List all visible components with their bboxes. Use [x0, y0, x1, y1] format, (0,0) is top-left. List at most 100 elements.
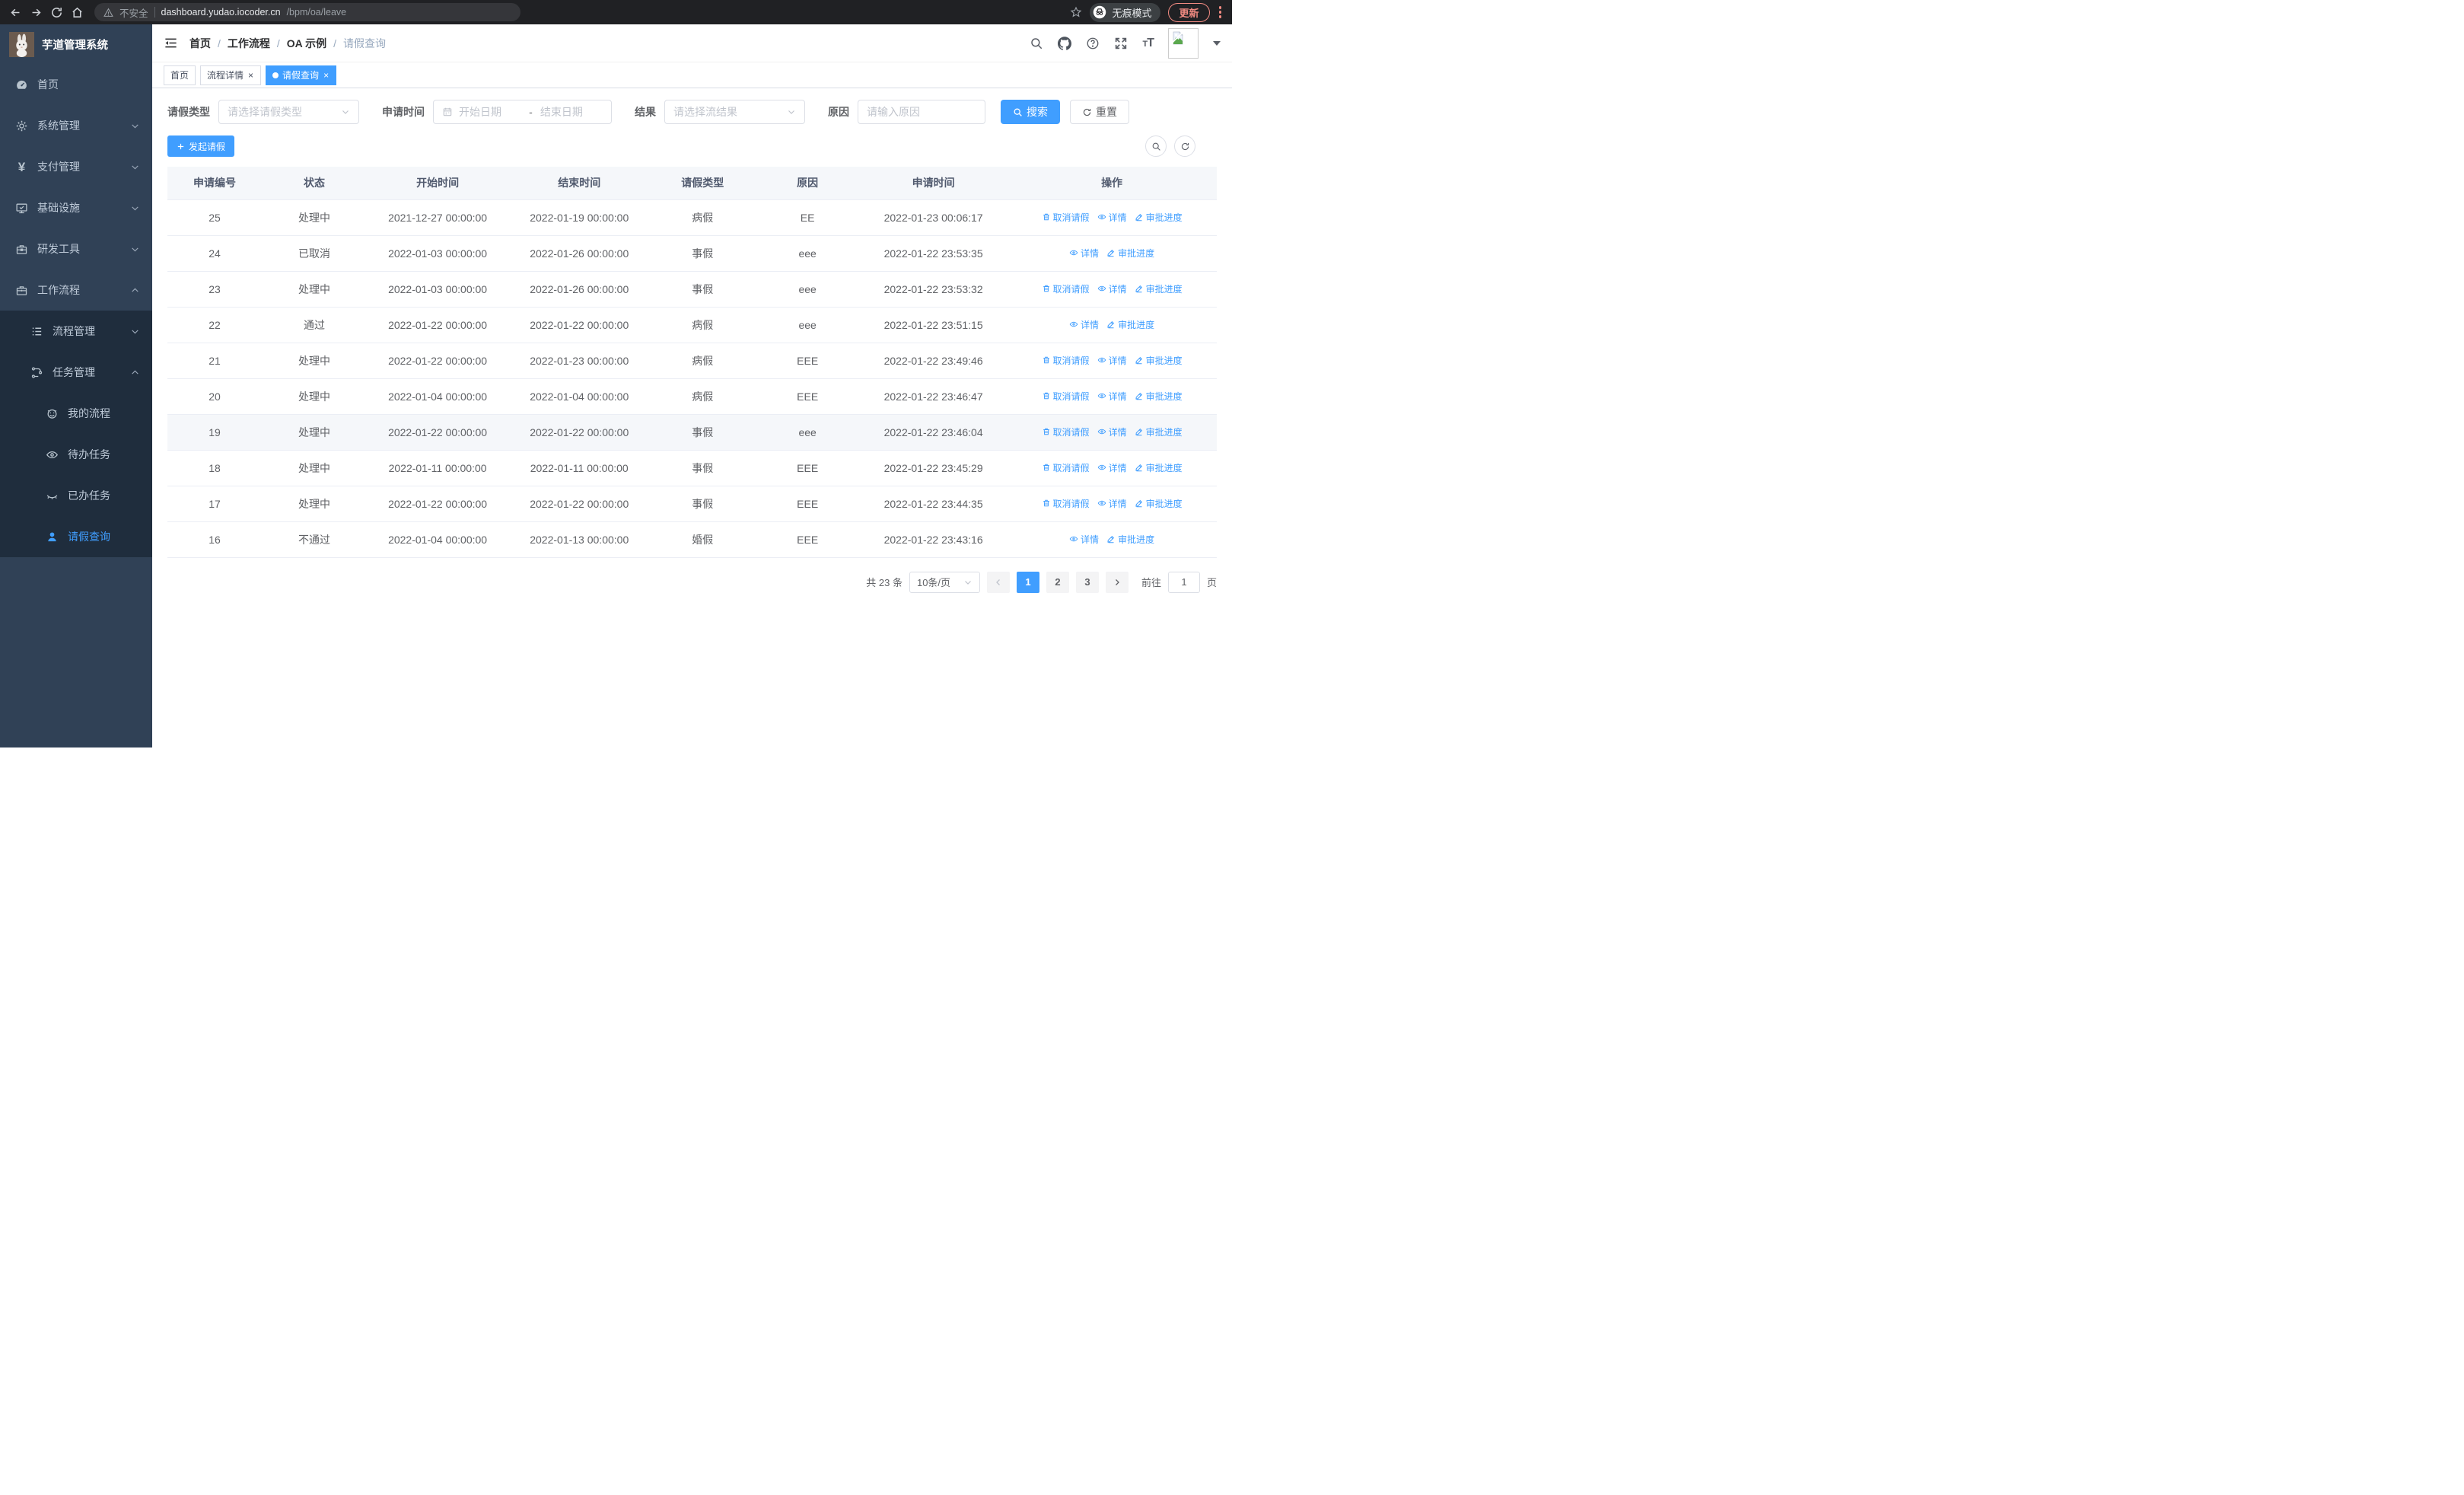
- tab-首页[interactable]: 首页: [164, 65, 196, 85]
- url-host[interactable]: dashboard.yudao.iocoder.cn: [161, 7, 281, 18]
- sidebar-item-label: 基础设施: [37, 202, 80, 214]
- address-bar[interactable]: 不安全 dashboard.yudao.iocoder.cn/bpm/oa/le…: [94, 3, 520, 21]
- cell-reason: EEE: [755, 521, 861, 558]
- approval-progress-link[interactable]: 审批进度: [1106, 533, 1154, 546]
- reason-input[interactable]: 请输入原因: [858, 100, 985, 124]
- approval-progress-link[interactable]: 审批进度: [1106, 318, 1154, 331]
- date-separator: -: [529, 106, 533, 118]
- approval-progress-link[interactable]: 审批进度: [1135, 282, 1183, 295]
- sidebar-item-label: 首页: [37, 78, 59, 91]
- sidebar-item-研发工具[interactable]: 研发工具: [0, 228, 152, 269]
- page-size-select[interactable]: 10条/页: [909, 571, 980, 593]
- search-icon[interactable]: [1030, 37, 1043, 50]
- approval-progress-link[interactable]: 审批进度: [1135, 390, 1183, 403]
- detail-link[interactable]: 详情: [1097, 461, 1127, 474]
- eye-icon: [46, 448, 59, 461]
- edit-icon: [1135, 427, 1144, 436]
- create-leave-button[interactable]: 发起请假: [167, 135, 235, 157]
- page-button-2[interactable]: 2: [1046, 571, 1069, 593]
- avatar-caret-icon[interactable]: [1213, 41, 1221, 49]
- refresh-table-button[interactable]: [1174, 135, 1195, 157]
- forward-icon[interactable]: [30, 6, 43, 19]
- cancel-leave-link[interactable]: 取消请假: [1042, 461, 1090, 474]
- browser-update-button[interactable]: 更新: [1168, 2, 1210, 22]
- browser-menu-icon[interactable]: [1218, 5, 1224, 20]
- url-path[interactable]: /bpm/oa/leave: [287, 7, 347, 18]
- cell-leave-type: 事假: [650, 235, 756, 272]
- approval-progress-link[interactable]: 审批进度: [1106, 247, 1154, 260]
- tab-请假查询[interactable]: 请假查询 ×: [266, 65, 337, 85]
- cancel-leave-link[interactable]: 取消请假: [1042, 282, 1090, 295]
- next-page-button[interactable]: [1105, 571, 1129, 593]
- sidebar-item-流程管理[interactable]: 流程管理: [0, 311, 152, 352]
- cell-reason: eee: [755, 271, 861, 308]
- delete-icon: [1042, 355, 1051, 365]
- cell-apply-time: 2022-01-22 23:45:29: [860, 450, 1008, 486]
- cancel-leave-link[interactable]: 取消请假: [1042, 426, 1090, 438]
- cell-start-time: 2022-01-11 00:00:00: [367, 450, 509, 486]
- sidebar-item-我的流程[interactable]: 我的流程: [0, 393, 152, 434]
- tab-流程详情[interactable]: 流程详情 ×: [200, 65, 262, 85]
- leave-type-select[interactable]: 请选择请假类型: [218, 100, 359, 124]
- detail-link[interactable]: 详情: [1097, 390, 1127, 403]
- sidebar-item-首页[interactable]: 首页: [0, 64, 152, 105]
- page-button-1[interactable]: 1: [1016, 571, 1039, 593]
- breadcrumb-link[interactable]: 工作流程: [228, 36, 270, 51]
- detail-link[interactable]: 详情: [1097, 426, 1127, 438]
- chevron-down-icon: [965, 580, 971, 585]
- sidebar-item-请假查询[interactable]: 请假查询: [0, 516, 152, 557]
- reload-icon[interactable]: [50, 6, 63, 19]
- detail-link[interactable]: 详情: [1097, 354, 1127, 367]
- close-icon[interactable]: ×: [247, 71, 254, 80]
- detail-link[interactable]: 详情: [1069, 318, 1099, 331]
- result-select[interactable]: 请选择流结果: [664, 100, 805, 124]
- apply-time-range-picker[interactable]: 开始日期 - 结束日期: [433, 100, 612, 124]
- cancel-leave-link[interactable]: 取消请假: [1042, 497, 1090, 510]
- approval-progress-link[interactable]: 审批进度: [1135, 461, 1183, 474]
- search-button[interactable]: 搜索: [1001, 100, 1060, 124]
- sidebar-item-已办任务[interactable]: 已办任务: [0, 475, 152, 516]
- user-avatar[interactable]: [1168, 27, 1199, 59]
- prev-page-button[interactable]: [986, 571, 1010, 593]
- goto-page-input[interactable]: 1: [1167, 571, 1200, 593]
- toggle-search-button[interactable]: [1145, 135, 1167, 157]
- security-label[interactable]: 不安全: [119, 5, 148, 20]
- home-icon[interactable]: [71, 6, 84, 19]
- sidebar-item-系统管理[interactable]: 系统管理: [0, 105, 152, 146]
- sidebar-fold-icon[interactable]: [164, 36, 178, 50]
- cell-status: 处理中: [262, 450, 367, 486]
- detail-link[interactable]: 详情: [1069, 247, 1099, 260]
- cell-actions: 详情 审批进度: [1007, 235, 1217, 272]
- bookmark-star-icon[interactable]: [1070, 6, 1082, 18]
- detail-link[interactable]: 详情: [1097, 211, 1127, 224]
- back-icon[interactable]: [9, 6, 22, 19]
- help-icon[interactable]: [1086, 37, 1100, 50]
- detail-link[interactable]: 详情: [1097, 497, 1127, 510]
- calendar-icon: [443, 107, 452, 116]
- breadcrumb-link[interactable]: OA 示例: [287, 36, 326, 51]
- sidebar-item-支付管理[interactable]: ¥ 支付管理: [0, 146, 152, 187]
- approval-progress-link[interactable]: 审批进度: [1135, 497, 1183, 510]
- cancel-leave-link[interactable]: 取消请假: [1042, 354, 1090, 367]
- chevron-down-icon: [130, 203, 140, 213]
- breadcrumb-link[interactable]: 首页: [189, 36, 211, 51]
- reset-button[interactable]: 重置: [1070, 100, 1129, 124]
- sidebar-item-任务管理[interactable]: 任务管理: [0, 352, 152, 393]
- fullscreen-icon[interactable]: [1114, 37, 1128, 50]
- approval-progress-link[interactable]: 审批进度: [1135, 211, 1183, 224]
- font-size-icon[interactable]: TT: [1142, 37, 1154, 49]
- close-icon[interactable]: ×: [323, 71, 329, 80]
- sidebar-item-待办任务[interactable]: 待办任务: [0, 434, 152, 475]
- detail-link[interactable]: 详情: [1069, 533, 1099, 546]
- sidebar-item-基础设施[interactable]: 基础设施: [0, 187, 152, 228]
- approval-progress-link[interactable]: 审批进度: [1135, 354, 1183, 367]
- breadcrumb-current: 请假查询: [343, 37, 387, 49]
- page-button-3[interactable]: 3: [1075, 571, 1099, 593]
- briefcase-icon: [15, 284, 28, 297]
- cancel-leave-link[interactable]: 取消请假: [1042, 211, 1090, 224]
- cancel-leave-link[interactable]: 取消请假: [1042, 390, 1090, 403]
- detail-link[interactable]: 详情: [1097, 282, 1127, 295]
- approval-progress-link[interactable]: 审批进度: [1135, 426, 1183, 438]
- sidebar-item-工作流程[interactable]: 工作流程: [0, 269, 152, 311]
- github-icon[interactable]: [1058, 36, 1072, 50]
